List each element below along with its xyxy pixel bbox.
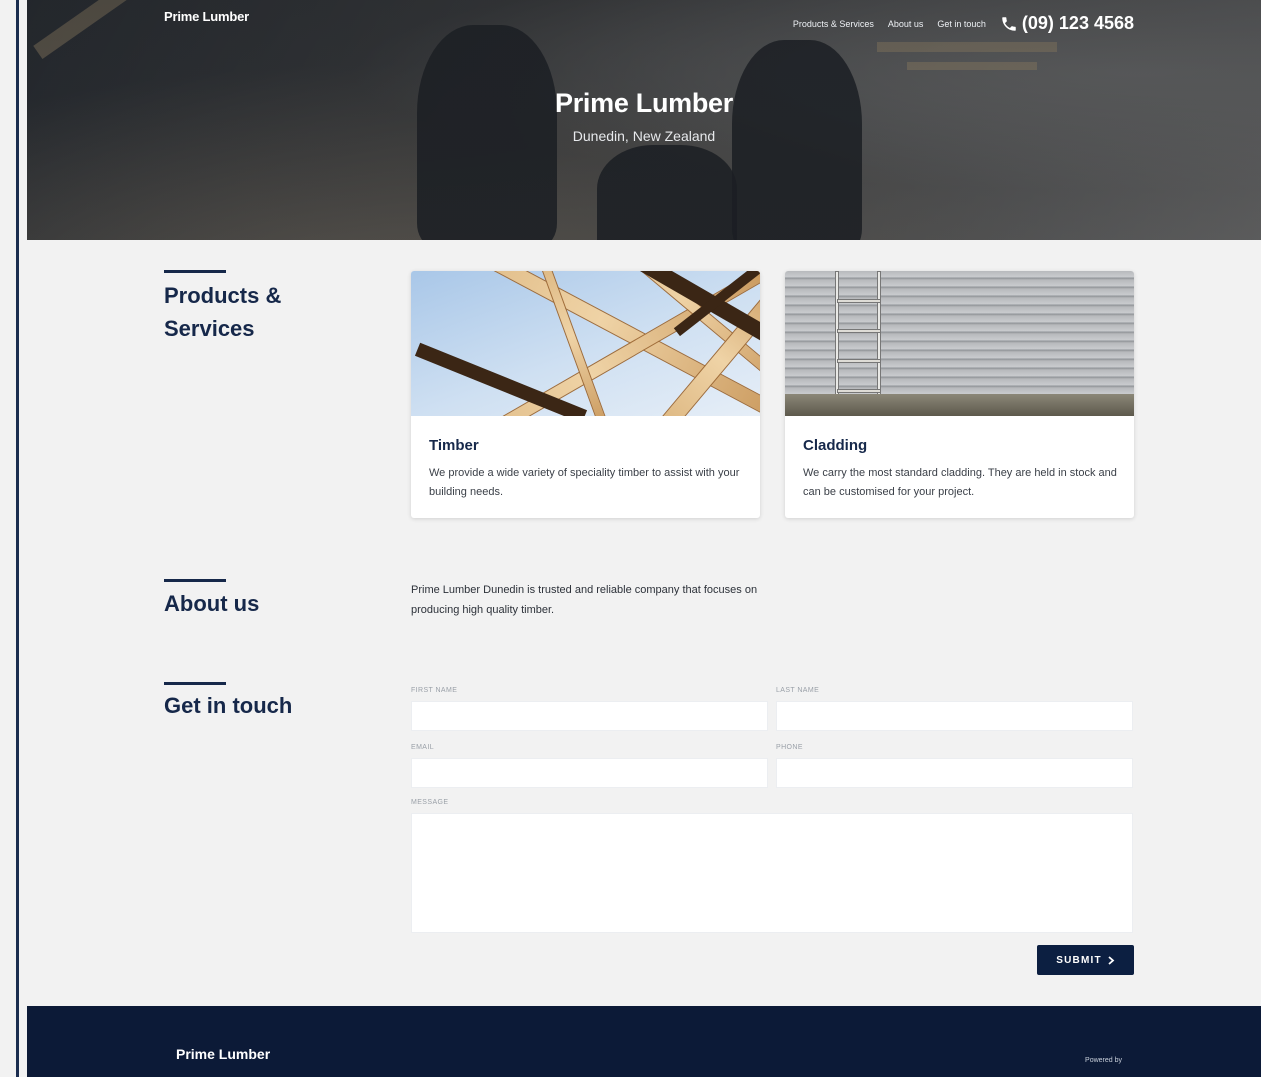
message-label: MESSAGE (411, 799, 449, 806)
hero-banner: Prime Lumber Products & Services About u… (27, 0, 1261, 240)
cladding-image (785, 271, 1134, 416)
hero-title: Prime Lumber (555, 88, 733, 118)
first-name-input[interactable] (411, 701, 768, 731)
first-name-label: FIRST NAME (411, 687, 458, 694)
site-brand[interactable]: Prime Lumber (164, 9, 249, 24)
chevron-right-icon (1108, 955, 1115, 965)
contact-heading: Get in touch (164, 693, 293, 718)
phone-label: PHONE (776, 744, 803, 751)
phone-input[interactable] (776, 758, 1133, 788)
nav-link-about[interactable]: About us (888, 19, 924, 29)
nav-link-products[interactable]: Products & Services (793, 19, 874, 29)
powered-by-text: Powered by (1085, 1057, 1122, 1064)
phone-number: (09) 123 4568 (1021, 13, 1134, 33)
footer-brand[interactable]: Prime Lumber (176, 1046, 270, 1062)
card-text: We provide a wide variety of speciality … (429, 467, 740, 498)
product-card-cladding[interactable]: Cladding We carry the most standard clad… (785, 271, 1134, 518)
about-heading: About us (164, 591, 260, 616)
message-textarea[interactable] (411, 813, 1133, 933)
product-card-timber[interactable]: Timber We provide a wide variety of spec… (411, 271, 760, 518)
hero-subtitle: Dunedin, New Zealand (572, 128, 716, 144)
site-footer: Prime Lumber Powered by (27, 1006, 1261, 1077)
card-title: Cladding (803, 437, 868, 454)
card-text: We carry the most standard cladding. The… (803, 467, 1117, 498)
main-nav: Products & Services About us Get in touc… (793, 13, 1134, 34)
last-name-label: LAST NAME (776, 687, 820, 694)
phone-icon (1002, 16, 1016, 31)
email-label: EMAIL (411, 744, 435, 751)
submit-button[interactable]: SUBMIT (1037, 945, 1134, 975)
section-divider (164, 682, 226, 685)
about-text: Prime Lumber Dunedin is trusted and reli… (411, 584, 758, 616)
last-name-input[interactable] (776, 701, 1133, 731)
timber-image (411, 271, 760, 416)
section-divider (164, 270, 226, 273)
products-heading: Products & Services (164, 283, 282, 341)
email-input[interactable] (411, 758, 768, 788)
submit-label: SUBMIT (1056, 954, 1102, 966)
section-divider (164, 579, 226, 582)
card-title: Timber (429, 437, 479, 454)
left-border (0, 0, 19, 1077)
phone-link[interactable]: (09) 123 4568 (1000, 13, 1134, 34)
nav-link-contact[interactable]: Get in touch (937, 19, 986, 29)
